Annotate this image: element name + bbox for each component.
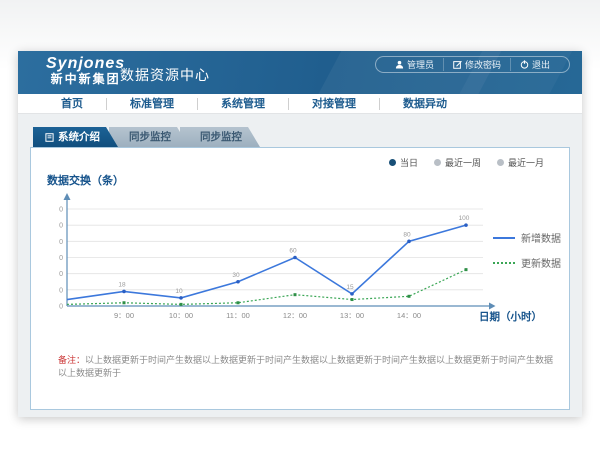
svg-text:10：00: 10：00 [169,311,193,320]
nav-item-data-change[interactable]: 数据异动 [379,98,470,110]
tab-system-intro[interactable]: 系统介绍 [33,127,118,147]
logo-english: Synjones [46,55,125,72]
radio-icon [389,159,396,166]
tab-label: 同步监控 [129,127,171,147]
range-option-last-week[interactable]: 最近一周 [434,156,481,169]
tab-label: 同步监控 [200,127,242,147]
svg-text:15: 15 [346,284,354,291]
range-option-last-month[interactable]: 最近一月 [497,156,544,169]
logout-label: 退出 [532,58,550,71]
tab-sync-monitor-1[interactable]: 同步监控 [109,127,189,147]
svg-text:20: 20 [59,287,63,294]
range-option-today[interactable]: 当日 [389,156,418,169]
edit-icon [453,60,462,69]
svg-text:60: 60 [289,248,297,255]
svg-text:14：00: 14：00 [397,311,421,320]
nav-item-standard-mgmt[interactable]: 标准管理 [106,98,197,110]
power-icon [520,60,529,69]
line-chart: 0 20 40 60 80 100 120 9：00 10：00 11：00 12：00 13：00 1… [59,192,529,327]
time-range-selector: 当日 最近一周 最近一月 [389,156,544,169]
tab-bar: 系统介绍 同步监控 同步监控 [33,127,582,147]
svg-text:30: 30 [232,272,240,279]
tab-label: 系统介绍 [58,127,100,147]
chart-panel: 当日 最近一周 最近一月 数据交换（条） 0 20 40 60 80 100 120 9：00… [30,147,570,410]
user-name: 管理员 [407,58,434,71]
change-password-button[interactable]: 修改密码 [443,58,510,71]
user-menu-admin[interactable]: 管理员 [386,58,443,71]
footer-note: 备注：以上数据更新于时间产生数据以上数据更新于时间产生数据以上数据更新于时间产生… [58,354,558,380]
radio-icon [497,159,504,166]
svg-text:0: 0 [59,304,63,311]
svg-text:18: 18 [118,281,126,288]
logo-chinese: 新中新集团 [46,72,125,86]
page-title: 数据资源中心 [120,65,210,85]
svg-text:100: 100 [459,215,470,222]
nav-item-integration-mgmt[interactable]: 对接管理 [288,98,379,110]
svg-text:120: 120 [59,207,63,214]
legend-new-data[interactable]: 新增数据 [493,230,561,245]
legend-updated-data[interactable]: 更新数据 [493,255,561,270]
svg-text:100: 100 [59,223,63,230]
note-text: 以上数据更新于时间产生数据以上数据更新于时间产生数据以上数据更新于时间产生数据以… [58,355,553,378]
tab-sync-monitor-2[interactable]: 同步监控 [180,127,260,147]
company-logo: Synjones 新中新集团 [46,55,125,86]
x-axis-title: 日期（小时） [479,309,542,324]
user-icon [395,60,404,69]
user-menu: 管理员 修改密码 退出 [375,56,570,73]
y-axis-title: 数据交换（条） [47,172,124,188]
main-nav: 首页 标准管理 系统管理 对接管理 数据异动 [18,94,582,114]
page-background: Synjones 新中新集团 数据资源中心 管理员 修改密 [0,0,600,450]
radio-icon [434,159,441,166]
svg-text:13：00: 13：00 [340,311,364,320]
line-swatch-solid [493,237,515,239]
svg-text:10: 10 [175,288,183,295]
change-password-label: 修改密码 [465,58,501,71]
app-header: Synjones 新中新集团 数据资源中心 管理员 修改密 [18,51,582,94]
svg-text:80: 80 [403,231,411,238]
svg-text:9：00: 9：00 [114,311,134,320]
chart-legend: 新增数据 更新数据 [493,230,561,280]
svg-text:12：00: 12：00 [283,311,307,320]
document-icon [45,133,54,142]
nav-item-system-mgmt[interactable]: 系统管理 [197,98,288,110]
note-label: 备注： [58,355,85,365]
svg-text:80: 80 [59,239,63,246]
line-swatch-dotted [493,262,515,264]
app-window: Synjones 新中新集团 数据资源中心 管理员 修改密 [18,51,582,417]
svg-text:11：00: 11：00 [226,311,250,320]
nav-item-home[interactable]: 首页 [38,98,106,110]
logout-button[interactable]: 退出 [510,58,559,71]
svg-text:60: 60 [59,255,63,262]
svg-text:40: 40 [59,271,63,278]
